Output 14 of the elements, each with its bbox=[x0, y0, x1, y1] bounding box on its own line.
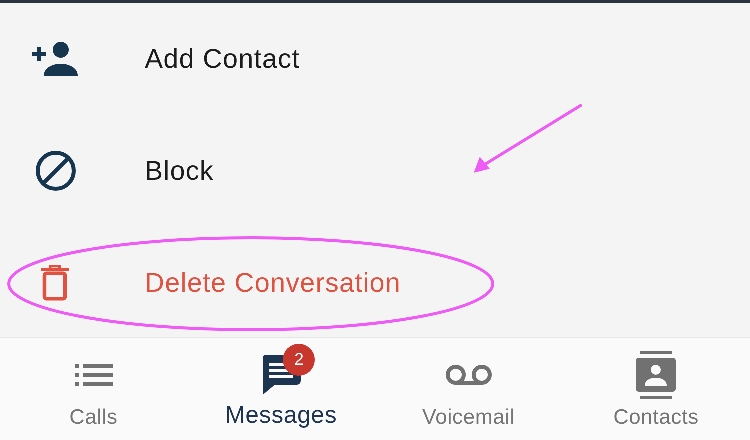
tab[interactable]: Voicemail bbox=[375, 338, 562, 440]
menu-item[interactable]: Add Contact bbox=[145, 44, 300, 74]
count-badge: 2 bbox=[283, 344, 316, 376]
contact-card-icon bbox=[636, 351, 676, 399]
menu-item[interactable]: Delete Conversation bbox=[145, 268, 402, 298]
trash-icon bbox=[41, 265, 69, 301]
tab[interactable]: Calls bbox=[0, 338, 188, 440]
voicemail-icon bbox=[444, 364, 493, 386]
tab[interactable]: Contacts bbox=[562, 338, 750, 440]
add-person-icon bbox=[32, 42, 80, 76]
block-icon bbox=[35, 150, 77, 192]
menu-item[interactable]: Block bbox=[145, 156, 214, 186]
tab[interactable]: 2 Messages bbox=[188, 338, 375, 440]
list-icon bbox=[74, 364, 113, 386]
